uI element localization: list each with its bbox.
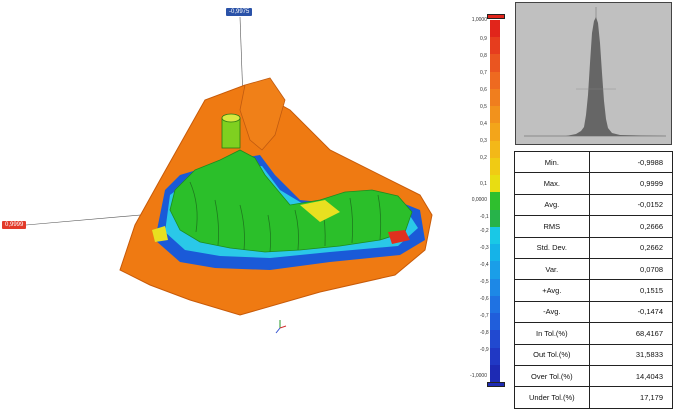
color-scale-segment [490,140,500,159]
color-scale-segment [490,20,500,38]
3d-viewport[interactable]: -0,9975 0,9999 [0,0,470,400]
scale-tick-label: -0,3 [480,245,489,251]
lower-limit-handle[interactable] [487,382,505,387]
tolerance-label: 0,1 [480,181,487,187]
scale-tick-label: 0,4 [480,121,487,127]
implant-abutment [221,117,241,149]
color-scale-segment [490,106,500,124]
stats-label: RMS [514,215,590,238]
stats-value: 17,179 [588,386,674,409]
stats-value: -0,0152 [588,193,674,217]
color-scale-segment [490,123,500,142]
stats-label: Avg. [514,193,590,217]
histogram-plot [524,7,666,137]
stats-row: Var. 0,0708 [514,257,674,281]
scale-top-value: 1,0000 [471,17,487,23]
stats-row: Over Tol.(%) 14,4043 [514,364,674,388]
scale-tick-label: -0,2 [480,228,489,234]
histogram-distribution [524,17,666,136]
stats-value: -0,1474 [588,300,674,324]
color-scale-segment [490,244,500,262]
color-scale-segment [490,278,500,297]
color-scale-segment [490,364,500,383]
color-scale-segment [490,175,500,193]
upper-limit-handle[interactable] [487,14,505,19]
stats-value: 0,2666 [588,215,674,238]
stats-label: Max. [514,172,590,195]
stats-label: +Avg. [514,279,590,302]
deviation-histogram[interactable] [515,2,672,145]
color-scale-segment [490,226,500,245]
statistics-table: Min. -0,9988 Max. 0,9999 Avg. -0,0152 RMS 0,266… [514,150,674,409]
stats-row: -Avg. -0,1474 [514,300,674,324]
stats-row: Std. Dev. 0,2662 [514,236,674,259]
color-scale-bar[interactable] [490,20,500,383]
stats-label: -Avg. [514,300,590,324]
stats-row: Avg. -0,0152 [514,193,674,217]
scale-tick-label: 0,8 [480,53,487,59]
stats-label: Min. [514,150,590,174]
stats-label: Out Tol.(%) [514,343,590,366]
color-scale-segment [490,261,500,280]
stats-value: 0,2662 [588,236,674,259]
stats-value: 0,1515 [588,279,674,302]
stats-row: RMS 0,2666 [514,215,674,238]
scale-tick-label: 0,3 [480,138,487,144]
scale-tick-label: -0,6 [480,296,489,302]
color-scale-segment [490,71,500,90]
stats-label: In Tol.(%) [514,322,590,345]
scale-tick-label: -0,5 [480,279,489,285]
stats-row: Out Tol.(%) 31,5833 [514,343,674,366]
scale-tick-label: 0,9 [480,36,487,42]
stats-value: -0,9988 [588,150,674,174]
color-scale-segment [490,347,500,366]
stats-label: Under Tol.(%) [514,386,590,409]
stats-value: 31,5833 [588,343,674,366]
stats-row: Under Tol.(%) 17,179 [514,386,674,409]
scale-tick-label: 0,6 [480,87,487,93]
scale-tick-label: 0,7 [480,70,487,76]
axis-triad-icon [275,320,287,334]
stats-value: 14,4043 [588,364,674,388]
stats-value: 0,9999 [588,172,674,195]
stats-row: In Tol.(%) 68,4167 [514,322,674,345]
color-scale-segment [490,295,500,314]
implant-top [221,113,241,123]
stats-value: 0,0708 [588,257,674,281]
stats-label: Std. Dev. [514,236,590,259]
tolerance-label: -0,1 [480,214,489,220]
color-scale-segment [490,209,500,228]
color-scale-segment [490,330,500,349]
scale-center-value: 0,0000 [471,197,487,203]
stats-label: Var. [514,257,590,281]
color-scale-segment [490,37,500,55]
color-scale-segment [490,157,500,176]
stats-row: Min. -0,9988 [514,150,674,174]
scale-tick-label: 0,5 [480,104,487,110]
deviation-callout-top[interactable]: -0,9975 [226,8,253,16]
stats-row: Max. 0,9999 [514,172,674,195]
stats-value: 68,4167 [588,322,674,345]
color-scale-segment [490,54,500,73]
scale-tick-label: -0,4 [480,262,489,268]
dental-model-color-map [25,16,433,334]
stats-row: +Avg. 0,1515 [514,279,674,302]
scale-bottom-value: -1,0000 [470,373,487,379]
scale-tick-label: -0,9 [480,347,489,353]
scale-tick-label: -0,7 [480,313,489,319]
color-scale-segment [490,192,500,211]
stats-label: Over Tol.(%) [514,364,590,388]
scale-tick-label: 0,2 [480,155,487,161]
color-scale-segment [490,88,500,107]
color-scale-segment [490,313,500,331]
scale-tick-label: -0,8 [480,330,489,336]
deviation-callout-left[interactable]: 0,9999 [2,221,27,229]
